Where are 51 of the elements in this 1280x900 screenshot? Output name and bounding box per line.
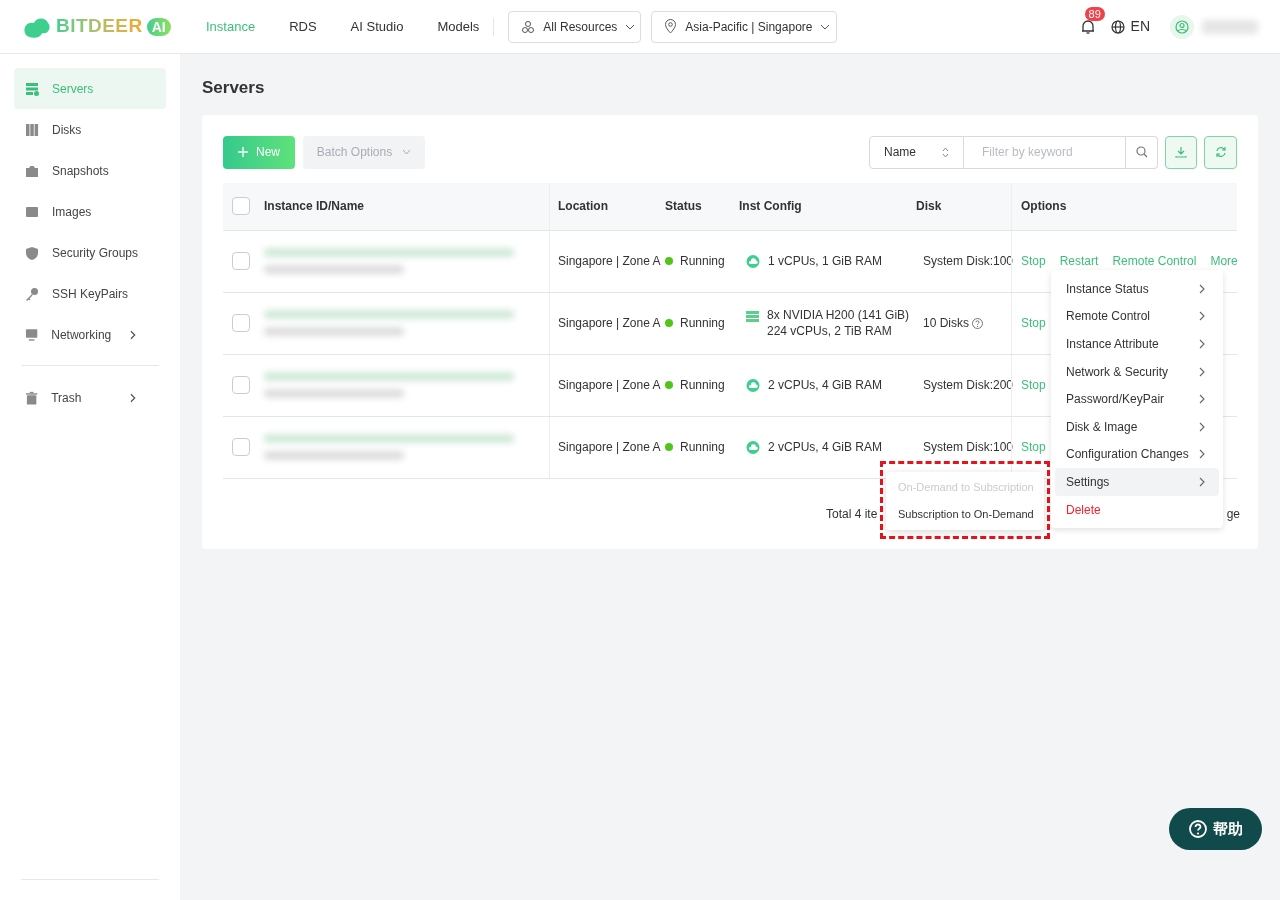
config-text: 2 vCPUs, 4 GiB RAM [768, 377, 883, 393]
menu-item[interactable]: Instance Status [1055, 275, 1219, 303]
status-text: Running [680, 315, 725, 332]
resource-select[interactable]: All Resources [508, 10, 642, 43]
config-text: 8x NVIDIA H200 (141 GiB) 224 vCPUs, 2 TiB RAM [767, 307, 910, 339]
nav-tab[interactable]: Models [437, 16, 480, 37]
submenu-item[interactable]: Subscription to On-Demand [886, 501, 1044, 528]
config-text: 2 vCPUs, 4 GiB RAM [768, 439, 883, 455]
column-header: Status [665, 198, 703, 215]
sidebar-item[interactable]: Trash [14, 377, 166, 418]
location-cell-text: Singapore | Zone A [557, 315, 662, 332]
menu-item[interactable]: Remote Control [1055, 302, 1219, 331]
pagination-text: ge [1226, 505, 1240, 523]
menu-item[interactable]: Password/KeyPair [1055, 385, 1219, 413]
nav-tab[interactable]: RDS [289, 16, 317, 37]
sidebar-item[interactable]: Security Groups [14, 232, 166, 273]
menu-item[interactable]: Configuration Changes [1055, 440, 1219, 469]
menu-item[interactable]: Settings [1055, 468, 1219, 496]
location-cell-text: Singapore | Zone A [557, 439, 662, 456]
column-header: Disk [916, 198, 943, 215]
notification-count: 89 [1084, 6, 1105, 21]
region-select[interactable]: Asia-Pacific | Singapore [651, 10, 838, 43]
logo-badge: AI [146, 17, 171, 36]
nav-tab[interactable]: AI Studio [350, 16, 404, 37]
menu-item[interactable]: Network & Security [1055, 357, 1219, 386]
sidebar-item[interactable]: Networking [14, 314, 166, 355]
sidebar-item[interactable]: Snapshots [14, 150, 166, 191]
column-header: Options [1011, 182, 1237, 230]
page-title: Servers [202, 77, 266, 99]
status-text: Running [680, 377, 725, 394]
filter-field-select[interactable]: Name [869, 135, 964, 169]
location-cell-text: Singapore | Zone A [557, 377, 662, 394]
menu-item[interactable]: Instance Attribute [1055, 330, 1219, 358]
status-text: Running [680, 439, 725, 456]
sidebar-item[interactable]: Disks [14, 109, 166, 150]
search-field[interactable]: Filter by keyword [964, 135, 1158, 169]
location-cell-text: Singapore | Zone A [557, 253, 662, 270]
column-header: Inst Config [739, 198, 803, 215]
sidebar-item[interactable]: Images [14, 191, 166, 232]
column-header: Location [557, 198, 609, 215]
config-text: 1 vCPUs, 1 GiB RAM [768, 253, 883, 269]
menu-item[interactable]: Disk & Image [1055, 412, 1219, 441]
status-text: Running [680, 253, 725, 270]
menu-item[interactable]: Delete [1055, 495, 1219, 524]
pagination-total: Total 4 ite [826, 505, 878, 523]
help-button[interactable]: 帮助 [1169, 808, 1262, 850]
disk-cell-text: 10 Disks [923, 315, 969, 332]
sidebar-item[interactable]: SSH KeyPairs [14, 273, 166, 314]
language-menu-button[interactable]: EN [1110, 16, 1150, 37]
search-input[interactable]: Filter by keyword [964, 136, 1125, 168]
column-header: Instance ID/Name [255, 182, 550, 230]
